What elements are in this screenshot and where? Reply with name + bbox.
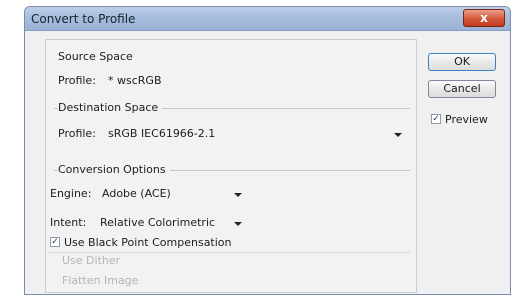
chevron-down-icon [394, 133, 402, 137]
use-dither-option: Use Dither [62, 254, 121, 267]
source-profile-label: Profile: [58, 74, 96, 87]
source-space-heading: Source Space [58, 50, 133, 63]
black-point-compensation-checkbox[interactable]: ✓ [50, 237, 60, 247]
title-bar[interactable]: Convert to Profile x [25, 7, 510, 31]
preview-checkbox[interactable]: ✓ [431, 114, 441, 124]
window-title: Convert to Profile [31, 12, 136, 26]
black-point-compensation-label: Use Black Point Compensation [64, 236, 232, 249]
flatten-image-option: Flatten Image [62, 274, 139, 287]
engine-select[interactable]: Engine: Adobe (ACE) [50, 186, 250, 202]
destination-profile-label: Profile: [58, 127, 96, 140]
black-point-compensation-option[interactable]: ✓ Use Black Point Compensation [50, 236, 270, 250]
intent-label: Intent: [50, 216, 87, 229]
intent-value: Relative Colorimetric [100, 216, 216, 229]
conversion-options-heading: Conversion Options [58, 163, 170, 176]
destination-profile-select[interactable]: Profile: sRGB IEC61966-2.1 [54, 126, 410, 142]
ok-button[interactable]: OK [428, 53, 496, 71]
chevron-down-icon [234, 193, 242, 197]
convert-to-profile-dialog: Convert to Profile x Source Space Profil… [24, 6, 511, 295]
close-button[interactable]: x [463, 9, 505, 27]
options-panel: Source Space Profile: * wscRGB Destinati… [45, 39, 417, 293]
intent-select[interactable]: Intent: Relative Colorimetric [50, 215, 250, 231]
engine-label: Engine: [50, 187, 92, 200]
dialog-body: Source Space Profile: * wscRGB Destinati… [31, 31, 504, 293]
close-icon: x [480, 11, 488, 25]
chevron-down-icon [234, 222, 242, 226]
destination-profile-value: sRGB IEC61966-2.1 [108, 127, 216, 140]
disabled-options-divider [48, 252, 410, 253]
destination-space-heading: Destination Space [58, 101, 163, 114]
preview-label: Preview [445, 113, 488, 126]
preview-option[interactable]: ✓ Preview [431, 113, 501, 127]
cancel-button[interactable]: Cancel [428, 80, 496, 98]
engine-value: Adobe (ACE) [102, 187, 171, 200]
source-profile-value: * wscRGB [108, 74, 162, 87]
